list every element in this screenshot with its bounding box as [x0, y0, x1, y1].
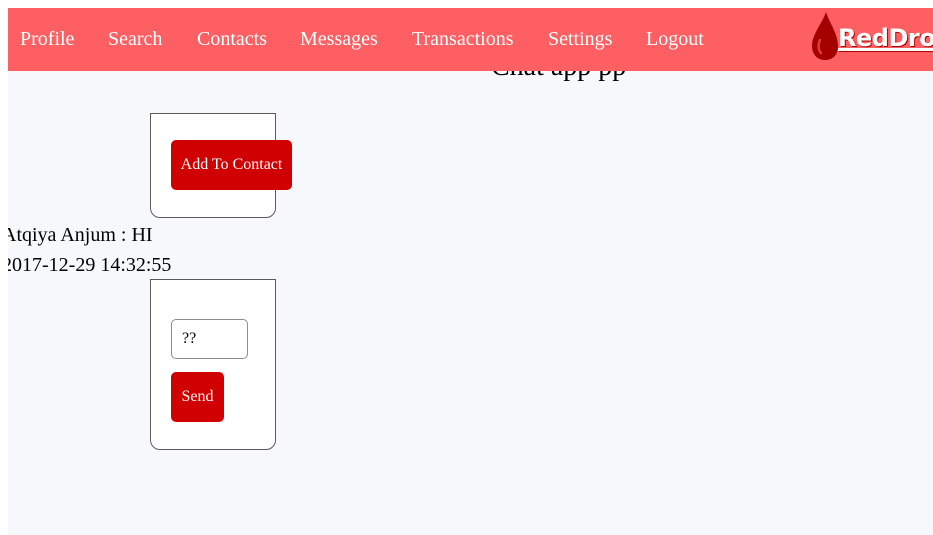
message-input[interactable]: [171, 319, 248, 359]
brand-logo[interactable]: RedDrop: [808, 8, 933, 71]
reply-card: [150, 279, 276, 450]
send-button[interactable]: Send: [171, 372, 224, 422]
nav-item-search[interactable]: Search: [108, 28, 162, 50]
brand-name: RedDrop: [838, 24, 933, 52]
nav-item-messages[interactable]: Messages: [300, 28, 378, 50]
page-heading-clipped: Chat app pp: [8, 71, 933, 85]
message-text: HI: [131, 224, 153, 246]
nav-item-contacts[interactable]: Contacts: [197, 28, 267, 50]
nav-item-logout[interactable]: Logout: [646, 28, 704, 50]
message-timestamp: 2017-12-29 14:32:55: [8, 254, 172, 276]
nav-item-settings[interactable]: Settings: [548, 28, 612, 50]
message-sender: Atqiya Anjum: [8, 224, 116, 246]
blood-drop-icon: [812, 12, 838, 60]
page: Profile Search Contacts Messages Transac…: [8, 8, 933, 535]
message-separator: :: [115, 224, 132, 246]
page-heading: Chat app pp: [491, 71, 626, 81]
top-navbar: Profile Search Contacts Messages Transac…: [8, 8, 933, 71]
message-entry: Atqiya Anjum : HI: [8, 224, 153, 246]
nav-item-transactions[interactable]: Transactions: [412, 28, 513, 50]
add-to-contact-button[interactable]: Add To Contact: [171, 140, 292, 190]
nav-item-profile[interactable]: Profile: [20, 28, 74, 50]
